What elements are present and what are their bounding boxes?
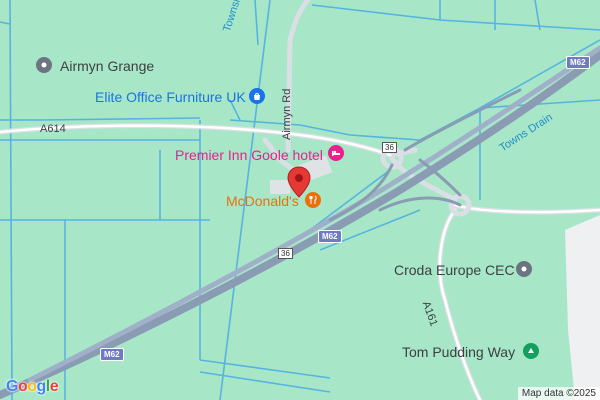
hotel-bed-icon[interactable] — [328, 145, 344, 161]
road-label-airmyn-rd: Airmyn Rd — [281, 88, 293, 140]
shopping-bag-icon[interactable] — [249, 88, 265, 104]
poi-premier-inn[interactable]: Premier Inn Goole hotel — [175, 148, 323, 162]
place-pin-icon[interactable] — [36, 57, 52, 73]
poi-croda-europe[interactable]: Croda Europe CEC — [394, 263, 515, 277]
poi-airmyn-grange[interactable]: Airmyn Grange — [60, 59, 154, 73]
poi-tom-pudding-way[interactable]: Tom Pudding Way — [402, 345, 515, 359]
map-attribution[interactable]: Map data ©2025 — [517, 387, 600, 400]
m62-shield-mid: M62 — [318, 230, 342, 243]
location-marker-icon[interactable] — [287, 166, 311, 203]
m62-shield-bottom: M62 — [100, 348, 124, 361]
google-logo: Google — [6, 378, 59, 395]
junction-36-a: 36 — [382, 142, 397, 153]
map-canvas[interactable]: A614 Township Drain Airmyn Rd Towns Drai… — [0, 0, 600, 400]
poi-elite-office-furniture[interactable]: Elite Office Furniture UK — [95, 90, 246, 104]
place-pin-icon[interactable] — [516, 261, 532, 277]
m62-shield-top: M62 — [566, 56, 590, 69]
junction-36-b: 36 — [278, 248, 293, 259]
park-pin-icon[interactable] — [523, 343, 539, 359]
road-label-a614: A614 — [40, 123, 66, 135]
